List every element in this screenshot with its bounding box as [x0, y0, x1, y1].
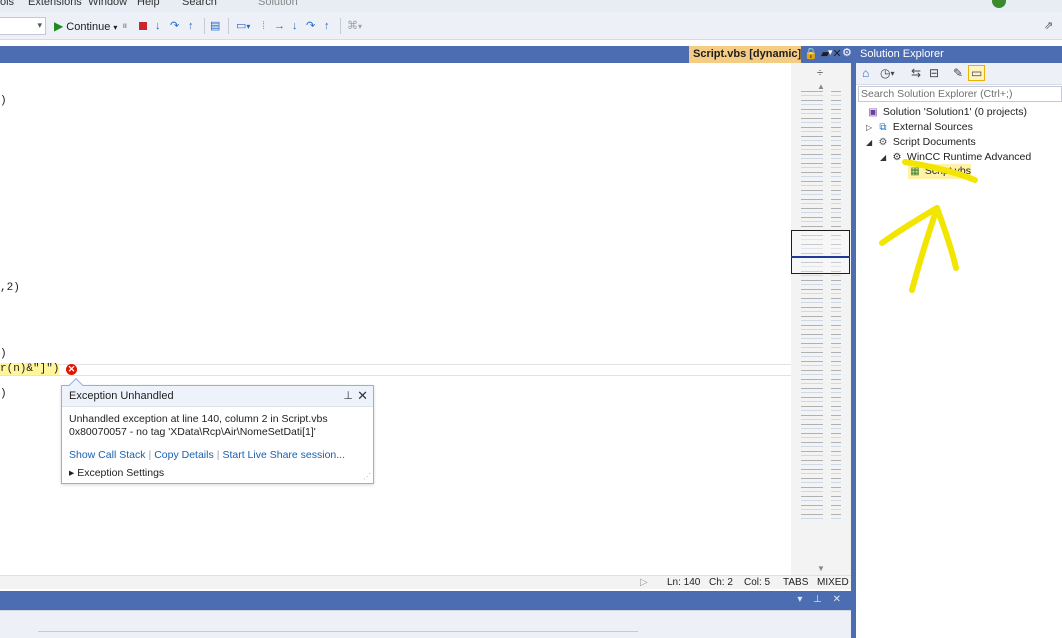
exception-code: 0x80070057 - no tag 'XData\Rcp\Air\NomeS… [69, 426, 316, 438]
properties-wrench-icon[interactable]: ✎ [953, 66, 963, 80]
toolbar-separator [340, 18, 341, 34]
step-out-2-button[interactable]: ↑ [324, 18, 330, 34]
column-number: Col: 5 [744, 577, 771, 588]
bottom-panel [0, 610, 853, 638]
lock-icon: 🔒 [804, 48, 818, 60]
scroll-right-icon[interactable]: ▷ [640, 576, 648, 589]
stop-icon [139, 22, 147, 31]
triangle-right-icon: ▸ [69, 467, 75, 479]
vbs-file-icon: ▦ [910, 166, 920, 177]
live-share-link[interactable]: Start Live Share session... [222, 449, 345, 461]
solution-icon: ▣ [868, 107, 878, 118]
solution-explorer-title: Solution Explorer [856, 46, 1062, 63]
script-documents-icon: ⚙ [878, 137, 888, 148]
break-all-button[interactable]: ⏸ [122, 18, 128, 34]
debug-toolbar: ▾ ▶ Continue ▾ ⏸ ↓ ↷ ↑ ▤ ▭▾ ⁞ → ↓ ↷ ↑ ⌘▾… [0, 12, 1062, 40]
menu-extensions[interactable]: Extensions [28, 0, 82, 8]
show-call-stack-link[interactable]: Show Call Stack [69, 449, 145, 461]
account-avatar[interactable] [992, 0, 1006, 8]
scroll-up-icon[interactable]: ▲ [817, 82, 825, 91]
code-line: ) [0, 348, 7, 360]
tab-list-dropdown[interactable]: ▾ [828, 47, 833, 58]
play-icon: ▶ [54, 19, 64, 33]
stop-debugging-button[interactable] [139, 18, 147, 34]
show-next-statement-button[interactable]: → [274, 18, 285, 34]
code-editor[interactable]: ) ,2) ) r(n)&"]") ✕ ) [0, 63, 791, 575]
current-line-highlight [0, 364, 791, 376]
panel-controls[interactable]: ▾ ⊥ ✕ [797, 594, 845, 605]
code-line: ) [0, 95, 7, 107]
divider [38, 631, 638, 632]
step-into-2-button[interactable]: ↓ [292, 18, 298, 34]
menu-search[interactable]: Search [182, 0, 217, 8]
solution-explorer-panel: Solution Explorer ⌂ ◷ ▾ ⇆ ⊟ ✎ ▭ Search So… [856, 46, 1062, 638]
editor-status-bar: ▷ Ln: 140 Ch: 2 Col: 5 TABS MIXED [0, 575, 851, 589]
tab-script-vbs[interactable]: Script.vbs [dynamic] 🔒 ▰ ✕ [689, 46, 842, 63]
code-line: ,2) [0, 282, 20, 294]
copy-details-link[interactable]: Copy Details [154, 449, 214, 461]
preview-selected-icon[interactable]: ▭ [968, 65, 986, 81]
tree-item-wincc-runtime[interactable]: ◢ ⚙ WinCC Runtime Advanced [880, 150, 1031, 165]
tree-item-script-documents[interactable]: ◢ ⚙ Script Documents [866, 135, 976, 150]
line-ending-indicator[interactable]: MIXED [817, 576, 849, 589]
minimap-current-line [791, 256, 850, 258]
resize-grip-icon[interactable]: ⋰ [363, 472, 371, 481]
exception-settings-toggle[interactable]: ▸ Exception Settings [69, 467, 366, 480]
menu-window[interactable]: Window [88, 0, 127, 8]
popup-title: Exception Unhandled [69, 390, 174, 402]
window-layout-button[interactable]: ▭▾ [236, 18, 250, 34]
split-icon[interactable]: ÷ [817, 67, 823, 79]
tree-item-solution[interactable]: ▣ Solution 'Solution1' (0 projects) [866, 105, 1027, 120]
close-icon[interactable]: ✕ [357, 388, 368, 404]
menu-bar: ols Extensions Window Help Search Soluti… [0, 0, 1062, 12]
live-share-icon[interactable]: ⇗ [1044, 18, 1053, 34]
step-over-2-button[interactable]: ↷ [306, 18, 315, 34]
gear-icon: ⚙ [892, 152, 902, 163]
chevron-down-icon: ▾ [113, 23, 118, 32]
error-icon[interactable]: ✕ [66, 364, 77, 375]
menu-help[interactable]: Help [137, 0, 160, 8]
step-out-button[interactable]: ↑ [188, 18, 194, 34]
line-number: Ln: 140 [667, 577, 701, 588]
step-into-button[interactable]: ↓ [155, 18, 161, 34]
bottom-panel-header: ▾ ⊥ ✕ [0, 591, 853, 610]
toolbar-separator [228, 18, 229, 34]
solution-explorer-toolbar: ⌂ ◷ ▾ ⇆ ⊟ ✎ ▭ [856, 63, 1062, 85]
error-code-line: r(n)&"]") [0, 363, 60, 375]
menu-solution-name: Solution [258, 0, 298, 8]
chevron-down-icon: ▾ [37, 20, 42, 30]
tree-item-script-vbs[interactable]: ▦ Script.vbs [908, 164, 972, 179]
tabs-indicator[interactable]: TABS [783, 576, 808, 589]
collapse-all-icon[interactable]: ⊟ [929, 66, 939, 80]
popup-header: Exception Unhandled [62, 386, 373, 407]
scrollbar-minimap[interactable]: ÷ ▲ ▼ [791, 63, 851, 575]
collapse-icon[interactable]: ◢ [880, 150, 890, 165]
expand-icon[interactable]: ▷ [866, 120, 876, 135]
step-over-button[interactable]: ↷ [170, 18, 179, 34]
toolbar-separator [204, 18, 205, 34]
pin-icon[interactable]: ⊥ [343, 389, 353, 402]
char-number: Ch: 2 [709, 577, 733, 588]
scroll-down-icon[interactable]: ▼ [817, 564, 825, 573]
solution-search-input[interactable]: Search Solution Explorer (Ctrl+;) [858, 86, 1062, 102]
collapse-icon[interactable]: ◢ [866, 135, 876, 150]
configuration-dropdown[interactable]: ▾ [0, 17, 46, 35]
menu-tools[interactable]: ols [0, 0, 14, 8]
home-icon[interactable]: ⌂ [862, 66, 869, 80]
external-sources-icon: ⧉ [879, 122, 887, 133]
hot-reload-button[interactable]: ⌘▾ [347, 18, 362, 34]
tree-item-external-sources[interactable]: ▷ ⧉ External Sources [866, 120, 973, 135]
show-threads-button[interactable]: ▤ [210, 18, 220, 34]
minimap-viewport[interactable] [791, 230, 850, 274]
document-well: Script.vbs [dynamic] 🔒 ▰ ✕ ▾ ⚙ [0, 46, 853, 63]
exception-message: Unhandled exception at line 140, column … [69, 413, 328, 425]
history-icon[interactable]: ◷ ▾ [880, 66, 895, 80]
continue-button[interactable]: ▶ Continue ▾ [54, 18, 117, 34]
sync-icon[interactable]: ⇆ [911, 66, 921, 80]
grip-icon: ⁞ [262, 20, 266, 32]
close-icon[interactable]: ✕ [832, 48, 841, 60]
minimap-code-preview [801, 91, 845, 521]
code-line: ) [0, 388, 7, 400]
exception-popup: Exception Unhandled ⊥ ✕ Unhandled except… [61, 377, 374, 484]
